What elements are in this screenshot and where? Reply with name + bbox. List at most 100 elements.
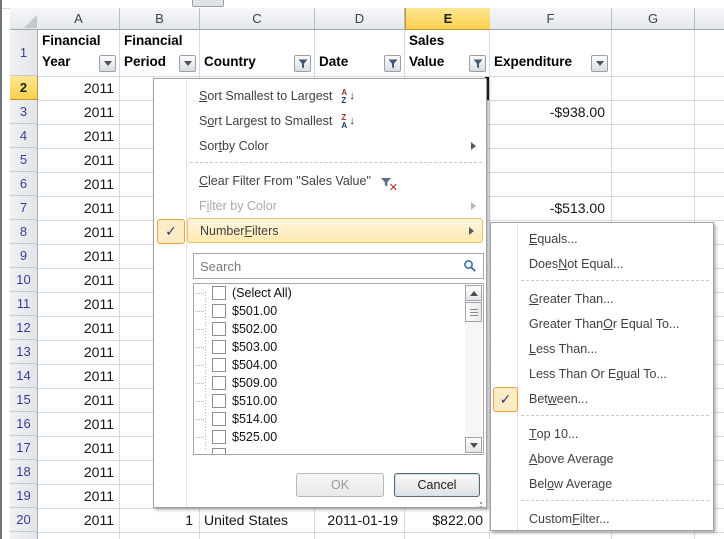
scroll-up-button[interactable] [465, 285, 482, 301]
row-header-13[interactable]: 13 [10, 340, 38, 364]
filter-value-item-50900[interactable]: $509.00 [194, 374, 483, 392]
filter-button-e[interactable] [469, 55, 486, 72]
value-list-scrollbar[interactable] [465, 285, 482, 453]
filter-value-item-50300[interactable]: $503.00 [194, 338, 483, 356]
filter-button-a[interactable] [99, 55, 116, 72]
column-header-C[interactable]: C [200, 8, 315, 30]
magnifier-icon[interactable] [463, 259, 477, 273]
checkbox-icon[interactable] [212, 322, 226, 336]
row-header-17[interactable]: 17 [10, 436, 38, 460]
filter-value-item-50100[interactable]: $501.00 [194, 302, 483, 320]
row-header-11[interactable]: 11 [10, 292, 38, 316]
select-all-corner[interactable] [10, 8, 39, 30]
cell-F3[interactable]: -$938.00 [490, 101, 605, 123]
cell-A7[interactable]: 2011 [38, 197, 114, 219]
checkbox-icon[interactable] [212, 430, 226, 444]
submenu-item-top-10[interactable]: Top 10... [491, 421, 713, 446]
submenu-item-less-than-or-equal-to[interactable]: Less Than Or Equal To... [491, 361, 713, 386]
row-header-6[interactable]: 6 [10, 172, 38, 196]
filter-button-f[interactable] [591, 55, 608, 72]
cell-A20[interactable]: 2011 [38, 509, 114, 531]
cell-E20[interactable]: $822.00 [405, 509, 483, 531]
checkbox-icon[interactable] [212, 412, 226, 426]
filter-value-item-SelectAll[interactable]: (Select All) [194, 284, 483, 302]
submenu-item-greater-than[interactable]: Greater Than... [491, 286, 713, 311]
row-header-1[interactable]: 1 [10, 30, 38, 76]
column-header-A[interactable]: A [38, 8, 120, 30]
submenu-item-less-than[interactable]: Less Than... [491, 336, 713, 361]
cell-A3[interactable]: 2011 [38, 101, 114, 123]
search-input[interactable] [198, 256, 452, 277]
cell-A4[interactable]: 2011 [38, 125, 114, 147]
cell-A11[interactable]: 2011 [38, 293, 114, 315]
cell-A12[interactable]: 2011 [38, 317, 114, 339]
menu-item-sort-smallest-to-largest[interactable]: Sort Smallest to LargestAZ↓ [154, 83, 486, 108]
column-header-partial[interactable] [695, 8, 724, 30]
resize-grip[interactable] [480, 502, 482, 504]
row-header-10[interactable]: 10 [10, 268, 38, 292]
cell-A16[interactable]: 2011 [38, 413, 114, 435]
submenu-item-custom-filter[interactable]: Custom Filter... [491, 506, 713, 531]
submenu-item-above-average[interactable]: Above Average [491, 446, 713, 471]
row-header-2[interactable]: 2 [10, 76, 38, 100]
checkbox-icon[interactable] [212, 448, 226, 455]
filter-value-item-51000[interactable]: $510.00 [194, 392, 483, 410]
row-header-4[interactable]: 4 [10, 124, 38, 148]
menu-item-sort-by-color[interactable]: Sort by Color [154, 133, 486, 158]
cell-A19[interactable]: 2011 [38, 485, 114, 507]
checkbox-icon[interactable] [212, 376, 226, 390]
row-header-8[interactable]: 8 [10, 220, 38, 244]
row-header-12[interactable]: 12 [10, 316, 38, 340]
filter-button-b[interactable] [179, 55, 196, 72]
cell-A13[interactable]: 2011 [38, 341, 114, 363]
row-header-20[interactable]: 20 [10, 508, 38, 532]
checkbox-icon[interactable] [212, 340, 226, 354]
scroll-down-button[interactable] [465, 437, 482, 453]
row-header-5[interactable]: 5 [10, 148, 38, 172]
ok-button[interactable]: OK [296, 473, 384, 497]
cell-A14[interactable]: 2011 [38, 365, 114, 387]
filter-value-item-50200[interactable]: $502.00 [194, 320, 483, 338]
row-header-16[interactable]: 16 [10, 412, 38, 436]
scrollbar-thumb[interactable] [465, 302, 482, 322]
filter-value-item-partial[interactable] [194, 446, 483, 455]
row-header-9[interactable]: 9 [10, 244, 38, 268]
pane-splitter-handle[interactable] [192, 0, 224, 7]
cell-A17[interactable]: 2011 [38, 437, 114, 459]
menu-item-number-filters[interactable]: Number Filters [187, 218, 483, 243]
row-header-19[interactable]: 19 [10, 484, 38, 508]
cancel-button[interactable]: Cancel [394, 473, 480, 497]
cell-A2[interactable]: 2011 [38, 77, 114, 99]
column-header-B[interactable]: B [120, 8, 200, 30]
row-header-14[interactable]: 14 [10, 364, 38, 388]
cell-A10[interactable]: 2011 [38, 269, 114, 291]
row-header-18[interactable]: 18 [10, 460, 38, 484]
cell-A15[interactable]: 2011 [38, 389, 114, 411]
cell-A5[interactable]: 2011 [38, 149, 114, 171]
submenu-item-does-not-equal[interactable]: Does Not Equal... [491, 251, 713, 276]
column-header-F[interactable]: F [490, 8, 612, 30]
submenu-item-greater-than-or-equal-to[interactable]: Greater Than Or Equal To... [491, 311, 713, 336]
filter-value-item-51400[interactable]: $514.00 [194, 410, 483, 428]
filter-value-item-52500[interactable]: $525.00 [194, 428, 483, 446]
cell-B20[interactable]: 1 [120, 509, 193, 531]
row-header-partial[interactable] [10, 532, 38, 539]
cell-A9[interactable]: 2011 [38, 245, 114, 267]
row-header-15[interactable]: 15 [10, 388, 38, 412]
cell-A6[interactable]: 2011 [38, 173, 114, 195]
filter-value-item-50400[interactable]: $504.00 [194, 356, 483, 374]
cell-D20[interactable]: 2011-01-19 [315, 509, 398, 531]
column-header-D[interactable]: D [315, 8, 405, 30]
row-header-3[interactable]: 3 [10, 100, 38, 124]
cell-F7[interactable]: -$513.00 [490, 197, 605, 219]
column-header-E[interactable]: E [405, 8, 491, 30]
menu-item-filter-by-color[interactable]: Filter by Color [154, 193, 486, 218]
menu-item-sort-largest-to-smallest[interactable]: Sort Largest to SmallestZA↓ [154, 108, 486, 133]
cell-A8[interactable]: 2011 [38, 221, 114, 243]
submenu-item-equals[interactable]: Equals... [491, 226, 713, 251]
column-header-G[interactable]: G [612, 8, 695, 30]
cell-A18[interactable]: 2011 [38, 461, 114, 483]
checkbox-icon[interactable] [212, 286, 226, 300]
submenu-item-below-average[interactable]: Below Average [491, 471, 713, 496]
menu-item-clear-filter-from-sales-value[interactable]: Clear Filter From "Sales Value"✕ [154, 168, 486, 193]
